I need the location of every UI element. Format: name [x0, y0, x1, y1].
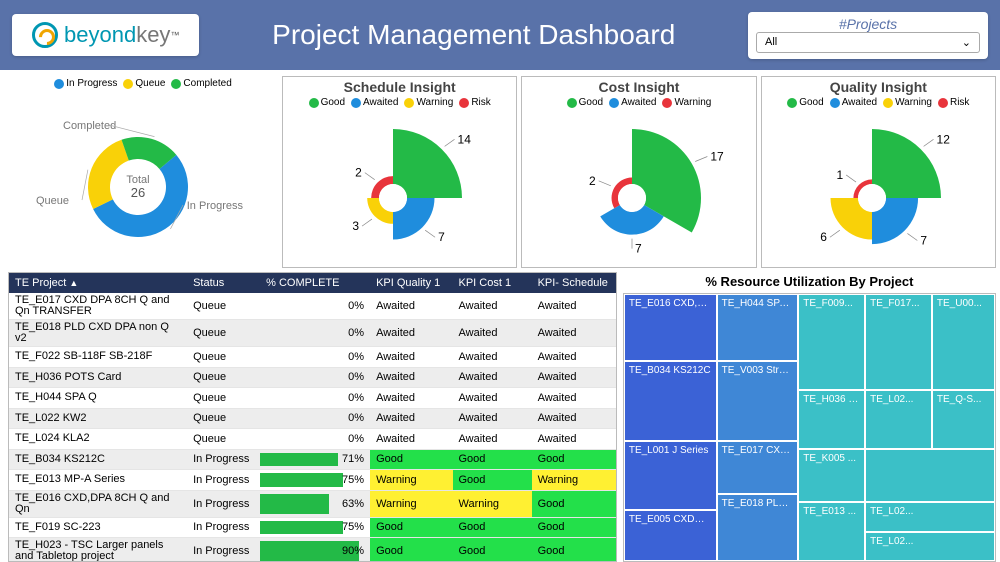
legend-item: Warning — [674, 97, 711, 108]
legend-item: Risk — [950, 97, 969, 108]
svg-text:7: 7 — [438, 230, 445, 244]
treemap-block[interactable]: TE_F009... — [798, 294, 865, 390]
table-row[interactable]: TE_F019 SC-223In Progress75%GoodGoodGood — [9, 517, 616, 538]
legend-item: Risk — [471, 97, 490, 108]
legend-item: Warning — [416, 97, 453, 108]
treemap-block[interactable] — [865, 449, 995, 502]
projects-table[interactable]: TE Project ▲Status% COMPLETEKPI Quality … — [8, 272, 617, 562]
treemap-block[interactable]: TE_L02... — [865, 390, 932, 449]
brand-text-b: key — [136, 22, 170, 48]
resource-treemap[interactable]: % Resource Utilization By Project TE_E01… — [623, 272, 996, 562]
treemap-block[interactable]: TE_E016 CXD,DPA 8CH... — [624, 294, 717, 361]
status-chart[interactable]: In Progress Queue Completed Total26In Pr… — [8, 76, 278, 268]
treemap-block[interactable]: TE_H044 SPA Q — [717, 294, 799, 361]
column-header[interactable]: KPI- Schedule — [532, 273, 616, 293]
treemap-block[interactable]: TE_K005 ... — [798, 449, 865, 502]
svg-text:Completed: Completed — [63, 120, 116, 132]
chart-title: Schedule Insight — [283, 79, 516, 95]
legend-item: Completed — [183, 78, 231, 89]
status-donut: Total26In ProgressQueueCompleted — [8, 89, 278, 261]
schedule-legend: Good Awaited Warning Risk — [283, 97, 516, 108]
column-header[interactable]: Status — [187, 273, 260, 293]
treemap-block[interactable]: TE_U00... — [932, 294, 995, 390]
quality-legend: Good Awaited Warning Risk — [762, 97, 995, 108]
chart-title: Cost Insight — [522, 79, 755, 95]
column-header[interactable]: KPI Cost 1 — [453, 273, 532, 293]
charts-row: In Progress Queue Completed Total26In Pr… — [0, 70, 1000, 272]
treemap-title: % Resource Utilization By Project — [623, 272, 996, 293]
quality-chart[interactable]: Quality Insight Good Awaited Warning Ris… — [761, 76, 996, 268]
legend-item: Awaited — [363, 97, 398, 108]
legend-item: Awaited — [621, 97, 656, 108]
svg-text:17: 17 — [711, 150, 725, 164]
treemap-block[interactable]: TE_E013 ... — [798, 502, 865, 561]
chevron-down-icon: ⌄ — [962, 36, 971, 49]
treemap-block[interactable]: TE_L001 J Series — [624, 441, 717, 510]
svg-text:6: 6 — [820, 230, 827, 244]
treemap-block[interactable]: TE_F017... — [865, 294, 932, 390]
treemap-block[interactable]: TE_V003 Stream... — [717, 361, 799, 441]
treemap-block[interactable]: TE_L02... — [865, 532, 995, 561]
treemap-block[interactable]: TE_E005 CXDDPA Q 8Chl — [624, 510, 717, 561]
legend-item: Good — [321, 97, 345, 108]
legend-item: Good — [799, 97, 823, 108]
projects-filter: #Projects All ⌄ — [748, 12, 988, 59]
cost-chart[interactable]: Cost Insight Good Awaited Warning 1772 — [521, 76, 756, 268]
treemap-block[interactable]: TE_E018 PLD CX... — [717, 494, 799, 561]
svg-text:12: 12 — [936, 132, 950, 146]
column-header[interactable]: TE Project ▲ — [9, 273, 187, 293]
table-row[interactable]: TE_B034 KS212CIn Progress71%GoodGoodGood — [9, 449, 616, 470]
trademark: ™ — [170, 30, 179, 40]
treemap-block[interactable]: TE_H036 P... — [798, 390, 865, 449]
filter-label: #Projects — [756, 16, 980, 32]
schedule-chart[interactable]: Schedule Insight Good Awaited Warning Ri… — [282, 76, 517, 268]
svg-text:In Progress: In Progress — [187, 200, 244, 212]
svg-text:2: 2 — [355, 166, 362, 180]
table-row[interactable]: TE_H023 - TSC Larger panels and Tabletop… — [9, 538, 616, 562]
table-row[interactable]: TE_E017 CXD DPA 8CH Q and Qn TRANSFERQue… — [9, 293, 616, 320]
legend-item: Awaited — [842, 97, 877, 108]
legend-item: In Progress — [66, 78, 117, 89]
brand-logo: beyondkey™ — [12, 14, 199, 56]
table-row[interactable]: TE_E013 MP-A SeriesIn Progress75%Warning… — [9, 470, 616, 491]
svg-text:26: 26 — [131, 185, 145, 200]
treemap-block[interactable]: TE_L02... — [865, 502, 995, 531]
status-legend: In Progress Queue Completed — [8, 78, 278, 89]
cost-rose: 1772 — [522, 108, 752, 263]
app-header: beyondkey™ Project Management Dashboard … — [0, 0, 1000, 70]
quality-rose: 12 7 6 1 — [762, 108, 992, 263]
lower-row: TE Project ▲Status% COMPLETEKPI Quality … — [0, 272, 1000, 562]
projects-select[interactable]: All ⌄ — [756, 32, 980, 53]
schedule-rose: 14 7 3 2 — [283, 108, 513, 263]
svg-text:3: 3 — [352, 219, 359, 233]
table-row[interactable]: TE_H044 SPA QQueue0%AwaitedAwaitedAwaite… — [9, 388, 616, 409]
svg-text:1: 1 — [836, 168, 843, 182]
legend-item: Warning — [895, 97, 932, 108]
svg-text:7: 7 — [635, 242, 642, 256]
treemap-block[interactable]: TE_E017 CXD D... — [717, 441, 799, 494]
svg-text:2: 2 — [589, 174, 596, 188]
logo-icon — [32, 22, 58, 48]
table-row[interactable]: TE_L022 KW2Queue0%AwaitedAwaitedAwaited — [9, 408, 616, 429]
chart-title: Quality Insight — [762, 79, 995, 95]
filter-value: All — [765, 36, 777, 48]
svg-text:7: 7 — [920, 233, 927, 247]
table-row[interactable]: TE_E018 PLD CXD DPA non Q v2Queue0%Await… — [9, 320, 616, 347]
table-row[interactable]: TE_L024 KLA2Queue0%AwaitedAwaitedAwaited — [9, 429, 616, 450]
brand-text-a: beyond — [64, 22, 136, 48]
treemap-block[interactable]: TE_Q-S... — [932, 390, 995, 449]
svg-text:Queue: Queue — [36, 195, 69, 207]
legend-item: Queue — [135, 78, 165, 89]
cost-legend: Good Awaited Warning — [522, 97, 755, 108]
column-header[interactable]: KPI Quality 1 — [370, 273, 452, 293]
table-row[interactable]: TE_H036 POTS CardQueue0%AwaitedAwaitedAw… — [9, 367, 616, 388]
column-header[interactable]: % COMPLETE — [260, 273, 370, 293]
svg-text:14: 14 — [458, 132, 472, 146]
table-row[interactable]: TE_E016 CXD,DPA 8CH Q and QnIn Progress6… — [9, 490, 616, 517]
table-row[interactable]: TE_F022 SB-118F SB-218FQueue0%AwaitedAwa… — [9, 347, 616, 368]
treemap-block[interactable]: TE_B034 KS212C — [624, 361, 717, 441]
legend-item: Good — [579, 97, 603, 108]
page-title: Project Management Dashboard — [219, 19, 728, 51]
